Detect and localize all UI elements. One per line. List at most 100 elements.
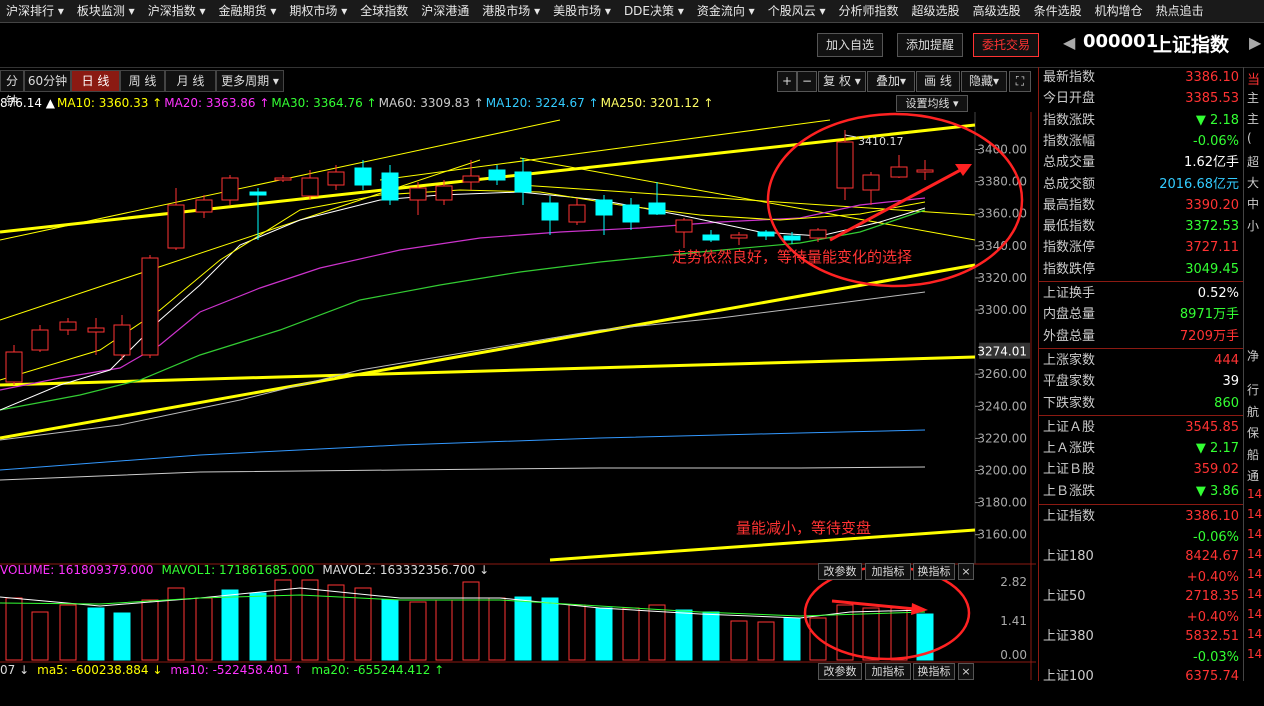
menu-item[interactable]: 板块监测 ▾: [71, 0, 142, 22]
quote-label: 最新指数: [1043, 70, 1096, 85]
menu-item[interactable]: 个股风云 ▾: [762, 0, 833, 22]
annotation-lower: 量能减小，等待变盘: [736, 519, 871, 537]
index-change: -0.06%: [1193, 530, 1239, 545]
period-tab[interactable]: 月 线: [165, 70, 216, 92]
menu-item[interactable]: 沪深港通: [415, 0, 476, 22]
candle-body: [5, 351, 23, 383]
indicator-legend-item: ma10: -522458.401 ↑: [170, 663, 304, 677]
fullscreen-icon[interactable]: ⛶: [1009, 71, 1031, 92]
zoom-in-button[interactable]: +: [777, 71, 797, 92]
menu-item[interactable]: 高级选股: [967, 0, 1028, 22]
indicator-button[interactable]: 加指标: [865, 663, 911, 680]
volume-button[interactable]: 加指标: [865, 563, 911, 580]
period-tab[interactable]: 更多周期 ▾: [216, 70, 284, 92]
hide-button[interactable]: 隐藏▾: [961, 71, 1007, 92]
fuquan-button[interactable]: 复 权 ▾: [818, 71, 866, 92]
quote-value: 3049.45: [1185, 261, 1239, 277]
menu-item[interactable]: 资金流向 ▾: [691, 0, 762, 22]
indicator-button[interactable]: 换指标: [913, 663, 955, 680]
kline-chart[interactable]: 3400.003380.003360.003340.003320.003300.…: [0, 112, 1036, 680]
quote-label: 外盘总量: [1043, 328, 1096, 344]
quote-row: 上证Ｂ股 359.02: [1043, 459, 1241, 480]
trade-button[interactable]: 委托交易: [973, 33, 1039, 57]
side-text: 14: [1247, 567, 1263, 581]
side-text: 净: [1247, 349, 1260, 363]
menu-item[interactable]: 机构增仓: [1089, 0, 1150, 22]
candle-body: [31, 329, 49, 351]
menu-item[interactable]: 金融期货 ▾: [213, 0, 284, 22]
menu-item[interactable]: 热点追击: [1150, 0, 1211, 22]
candle-body: [783, 235, 801, 241]
candle-body: [354, 167, 372, 186]
stock-code: 000001: [1083, 31, 1159, 52]
add-alert-button[interactable]: 添加提醒: [897, 33, 963, 57]
volume-bar: [301, 579, 319, 661]
index-row[interactable]: 上证180 8424.67 +0.40%: [1043, 546, 1241, 586]
candle-body: [514, 171, 532, 193]
quote-value: 3386.10: [1185, 70, 1239, 85]
candle-body: [301, 177, 319, 197]
side-text: 14: [1247, 607, 1263, 621]
menu-item[interactable]: 条件选股: [1028, 0, 1089, 22]
menu-item[interactable]: 美股市场 ▾: [547, 0, 618, 22]
side-text: 主: [1247, 112, 1260, 126]
period-tab[interactable]: 日 线: [71, 70, 120, 92]
volume-button[interactable]: 换指标: [913, 563, 955, 580]
indicator-button[interactable]: 改参数: [818, 663, 862, 680]
menu-item[interactable]: 分析师指数: [833, 0, 906, 22]
ma-legend-item: MA10: 3360.33 ↑: [57, 96, 163, 110]
overlay-button[interactable]: 叠加▾: [867, 71, 915, 92]
menu-item[interactable]: 超级选股: [906, 0, 967, 22]
quote-value: 2016.68亿元: [1159, 176, 1239, 192]
quote-value: ▼ 2.18: [1195, 112, 1239, 128]
volume-bar: [274, 579, 292, 661]
candle-body: [409, 187, 427, 201]
price-tick-label: 3160.00: [977, 528, 1027, 542]
set-ma-button[interactable]: 设置均线 ▾: [896, 95, 968, 112]
quote-row: 最新指数 3386.10: [1043, 67, 1241, 88]
quote-row: 上证Ａ股 3545.85: [1043, 417, 1241, 438]
index-row[interactable]: 上证100 6375.74: [1043, 666, 1241, 706]
period-tab[interactable]: 分钟: [0, 70, 24, 108]
index-row[interactable]: 上证指数 3386.10 -0.06%: [1043, 506, 1241, 546]
quote-label: 上涨家数: [1043, 352, 1096, 368]
candle-body: [595, 199, 613, 216]
volume-button[interactable]: ×: [958, 563, 974, 580]
menu-item[interactable]: DDE决策 ▾: [618, 0, 691, 22]
candle-body: [435, 185, 453, 201]
zoom-out-button[interactable]: −: [797, 71, 817, 92]
period-tab[interactable]: 60分钟: [24, 70, 71, 92]
menu-item[interactable]: 港股市场 ▾: [476, 0, 547, 22]
ma60-line: [0, 291, 926, 441]
draw-line-button[interactable]: 画 线: [916, 71, 960, 92]
period-tab[interactable]: 周 线: [120, 70, 165, 92]
volume-legend-item: MAVOL1: 171861685.000: [161, 563, 315, 577]
menu-item[interactable]: 沪深指数 ▾: [142, 0, 213, 22]
candle-body: [195, 199, 213, 213]
menu-item[interactable]: 全球指数: [354, 0, 415, 22]
indicator-button[interactable]: ×: [958, 663, 974, 680]
quote-value: 1.62亿手: [1184, 155, 1239, 171]
volume-bar: [757, 621, 775, 661]
menu-item[interactable]: 期权市场 ▾: [283, 0, 354, 22]
quote-value: 3372.53: [1185, 219, 1239, 235]
quote-row: 上涨家数 444: [1043, 350, 1241, 371]
price-tick-label: 3260.00: [977, 367, 1027, 381]
quote-label: 指数涨跌: [1043, 112, 1096, 128]
indicator-legend-item: ma20: -655244.412 ↑: [311, 663, 445, 677]
quote-value: 39: [1222, 374, 1239, 390]
volume-bar: [113, 612, 131, 661]
next-stock-icon[interactable]: ▶: [1249, 33, 1261, 52]
quote-row: 今日开盘 3385.53: [1043, 88, 1241, 109]
annotation-upper: 走势依然良好，等待量能变化的选择: [672, 248, 912, 266]
quote-row: 指数涨跌 ▼ 2.18: [1043, 110, 1241, 131]
candle-body: [568, 204, 586, 223]
index-row[interactable]: 上证50 2718.35 +0.40%: [1043, 586, 1241, 626]
add-watchlist-button[interactable]: 加入自选: [817, 33, 883, 57]
volume-button[interactable]: 改参数: [818, 563, 862, 580]
prev-stock-icon[interactable]: ◀: [1063, 33, 1075, 52]
index-row[interactable]: 上证380 5832.51 -0.03%: [1043, 626, 1241, 666]
far-right-panel: 主主 (超大中小净行航保船通 14 14 14 14 14 14 14 14 14: [1243, 67, 1264, 681]
volume-bar: [5, 597, 23, 661]
menu-item[interactable]: 沪深排行 ▾: [0, 0, 71, 22]
